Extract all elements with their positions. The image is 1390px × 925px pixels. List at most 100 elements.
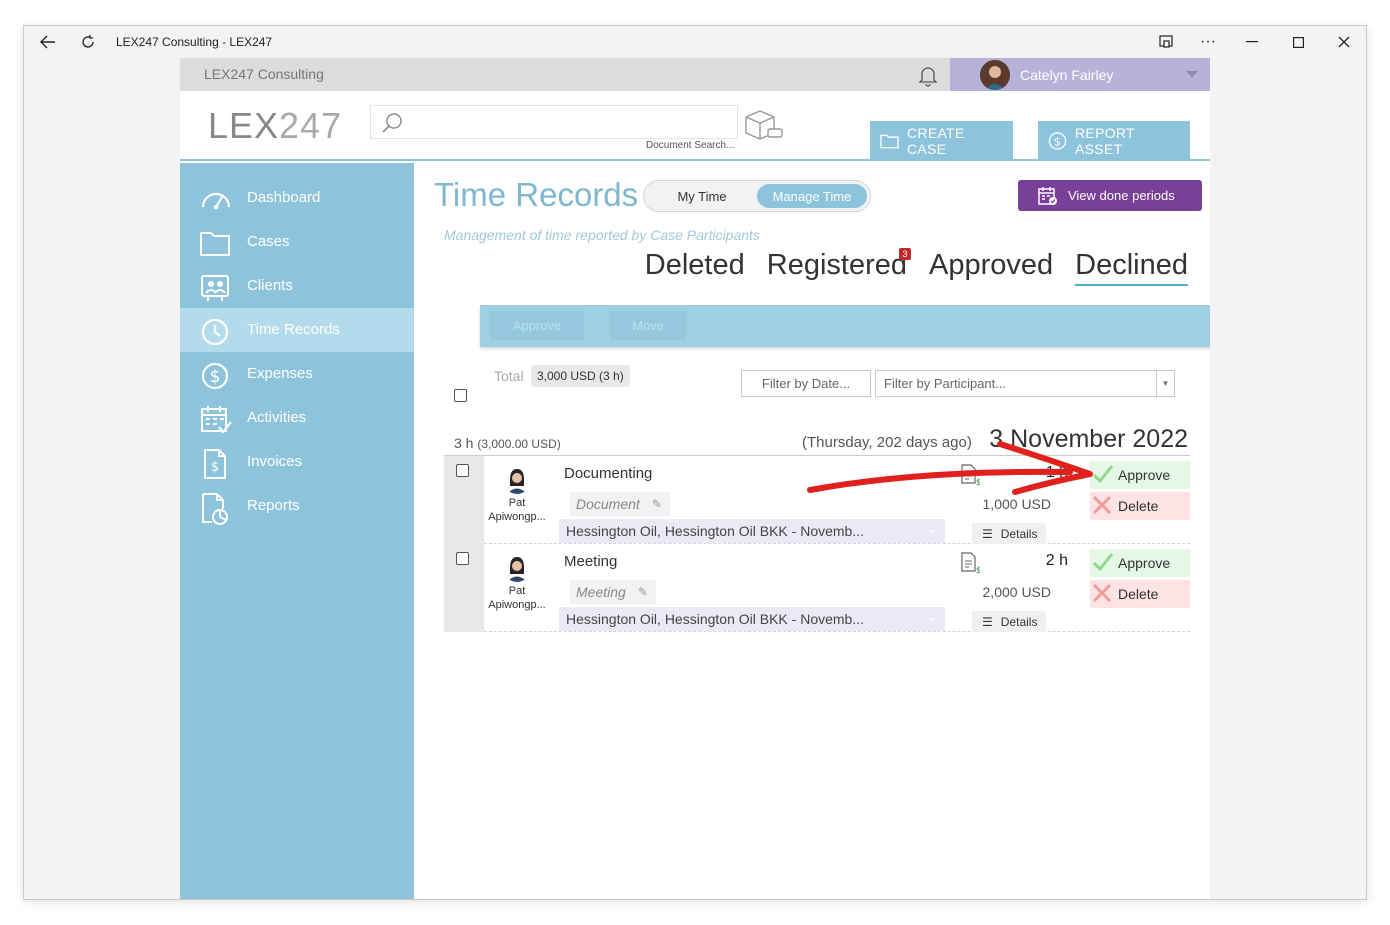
sidebar-item-time-records[interactable]: Time Records [180,308,414,352]
report-asset-button[interactable]: $ REPORT ASSET [1038,121,1190,161]
close-icon[interactable] [1330,30,1358,54]
sidebar-item-label: Invoices [247,453,303,470]
record-case-link[interactable]: Hessington Oil, Hessington Oil BKK - Nov… [559,607,945,631]
participant-last-name: Apiwongp... [488,599,546,611]
participant-avatar [503,554,531,582]
sidebar-item-reports[interactable]: Reports [180,484,414,528]
participant-first-name: Pat [508,585,526,597]
tab-label: Approved [929,249,1054,281]
details-button[interactable]: ☰ Details [972,523,1046,544]
sidebar-item-label: Clients [247,277,293,294]
day-relative: (Thursday, 202 days ago) [802,434,972,451]
time-scope-toggle[interactable]: My Time Manage Time [643,180,871,212]
dollar-circle-icon: $ [1048,132,1067,150]
bulk-move-button[interactable]: Move [610,311,686,340]
main-panel: Time Records My Time Manage Time View do… [414,163,1210,899]
filter-by-participant-select[interactable]: Filter by Participant... ▼ [875,370,1175,397]
total-label: Total [494,368,524,384]
search-icon [379,110,405,141]
details-button[interactable]: ☰ Details [972,611,1046,632]
manage-time-option[interactable]: Manage Time [757,184,867,208]
notification-bell-icon[interactable] [916,63,940,87]
folder-icon [200,229,230,257]
sidebar-item-cases[interactable]: Cases [180,220,414,264]
time-record-row: Pat Apiwongp... Meeting Meeting ✎ Hessingt… [444,544,1190,632]
tab-deleted[interactable]: Deleted [645,249,745,286]
participant-last-name: Apiwongp... [488,511,546,523]
svg-text:$: $ [976,566,980,574]
package-icon[interactable] [742,107,784,146]
sidebar-item-invoices[interactable]: $ Invoices [180,440,414,484]
document-search-input[interactable] [370,105,738,139]
pencil-icon[interactable]: ✎ [638,585,648,599]
folder-icon [880,134,899,149]
tab-registered[interactable]: Registered 3 [767,248,911,286]
sidebar-item-activities[interactable]: Activities [180,396,414,440]
my-time-option[interactable]: My Time [648,184,756,208]
arrow-right-icon: → [921,609,937,626]
total-value: 3,000 USD (3 h) [531,365,630,387]
svg-text:$: $ [210,367,221,387]
org-name: LEX247 Consulting [204,66,324,82]
more-options-icon[interactable]: ··· [1194,30,1222,54]
participant-name: Pat Apiwongp... [486,496,548,524]
pencil-icon[interactable]: ✎ [652,497,662,511]
approve-button[interactable]: Approve [1090,549,1190,577]
details-label: Details [1000,614,1038,629]
row-checkbox[interactable] [456,552,469,565]
delete-button[interactable]: Delete [1090,492,1190,520]
sidebar-item-dashboard[interactable]: Dashboard [180,176,414,220]
refresh-icon[interactable] [74,30,102,54]
tab-approved[interactable]: Approved [929,249,1053,286]
sidebar-item-clients[interactable]: Clients [180,264,414,308]
svg-text:$: $ [211,460,219,475]
category-label: Document [576,496,640,512]
case-label: Hessington Oil, Hessington Oil BKK - Nov… [566,611,865,627]
record-amount: 2,000 USD [982,584,1051,600]
svg-text:$: $ [1054,134,1062,148]
maximize-icon[interactable] [1284,30,1312,54]
bulk-approve-button[interactable]: Approve [490,311,584,340]
select-all-checkbox[interactable] [454,389,467,402]
sidebar-item-expenses[interactable]: $ Expenses [180,352,414,396]
category-label: Meeting [576,584,626,600]
calendar-check-icon [1038,186,1057,205]
back-arrow-icon[interactable] [34,30,62,54]
user-menu[interactable]: Catelyn Fairley [950,58,1210,91]
delete-button[interactable]: Delete [1090,580,1190,608]
case-label: Hessington Oil, Hessington Oil BKK - Nov… [566,523,865,539]
cast-icon[interactable] [1152,30,1180,54]
invoice-icon: $ [200,449,230,479]
logo-thin-text: 247 [279,105,343,146]
delete-label: Delete [1118,586,1159,602]
billable-document-icon: $ [960,464,982,488]
record-category[interactable]: Meeting ✎ [570,580,656,604]
create-case-button[interactable]: CREATE CASE [870,121,1013,161]
record-case-link[interactable]: Hessington Oil, Hessington Oil BKK - Nov… [559,519,945,543]
bulk-action-bar: Approve Move [480,305,1210,347]
sidebar-item-label: Expenses [247,365,313,382]
filter-by-date-input[interactable]: Filter by Date... [741,370,871,397]
tab-declined[interactable]: Declined [1075,249,1188,286]
record-title: Meeting [564,553,618,570]
approve-button[interactable]: Approve [1090,461,1190,489]
view-done-periods-button[interactable]: View done periods [1018,180,1202,211]
day-date: 3 November 2022 [989,425,1188,453]
user-name: Catelyn Fairley [1020,67,1114,83]
day-hours: 3 h [454,435,474,451]
time-record-row: Pat Apiwongp... Documenting Document ✎ Hes… [444,456,1190,544]
row-checkbox[interactable] [456,464,469,477]
status-tabs: Deleted Registered 3 Approved Declined [645,248,1188,286]
sidebar-item-label: Time Records [247,321,340,338]
dropdown-arrow-icon[interactable]: ▼ [1156,371,1174,396]
checkmark-icon [1092,552,1114,575]
window-title: LEX247 Consulting - LEX247 [116,35,273,49]
minimize-icon[interactable] [1238,30,1266,54]
app-window: LEX247 Consulting - LEX247 ··· LEX247 Co… [23,25,1367,900]
app-header: LEX247 Document Search... CREATE CASE $ … [180,91,1210,161]
report-asset-label: REPORT ASSET [1075,125,1135,157]
create-case-label: CREATE CASE [907,125,965,157]
arrow-right-icon: → [921,521,937,538]
record-category[interactable]: Document ✎ [570,492,670,516]
sidebar-item-label: Activities [247,409,307,426]
